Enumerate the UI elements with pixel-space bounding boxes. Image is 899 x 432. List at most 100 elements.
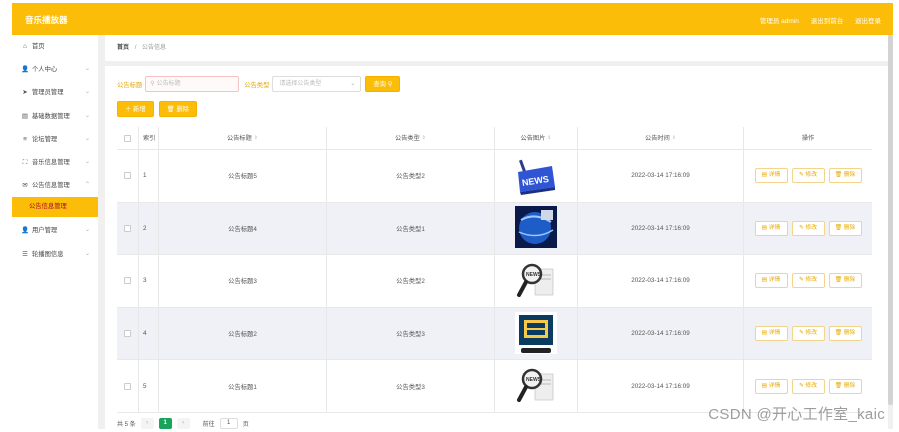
sidebar-item[interactable]: ⌂ 首页: [12, 35, 98, 58]
sidebar-nav: ⌂ 首页 👤 个人中心 ⌄ ➤ 管理员管理 ⌄ ▤ 基础数据管理 ⌄ ≡ 论坛管理 ⌄ ⛶ 音乐信息管理 ⌄ ✉ 公…: [12, 35, 98, 266]
sidebar-item[interactable]: ✉ 公告信息管理 ⌃: [12, 174, 98, 197]
delete-button-label: 删除: [843, 382, 856, 389]
header-image[interactable]: 公告图片 ⇕: [495, 127, 578, 149]
search-button-label: 查询: [373, 81, 386, 88]
row-index: 2: [143, 224, 147, 232]
sidebar-item-label: 公告信息管理: [32, 182, 70, 190]
breadcrumb-current: 公告信息: [142, 45, 167, 51]
edit-button[interactable]: ✎ 修改: [791, 326, 825, 342]
title-search-input[interactable]: ⚲ 公告标题: [145, 76, 240, 92]
header-title[interactable]: 公告标题 ⇕: [159, 127, 327, 149]
edit-button-label: 修改: [805, 277, 818, 284]
row-actions: ▤ 详情 ✎ 修改 🗑 删除: [754, 378, 862, 394]
trash-icon: 🗑: [834, 330, 844, 337]
row-title-cell: 公告标题2: [159, 307, 327, 360]
header-index: 索引: [139, 127, 159, 149]
header-type[interactable]: 公告类型 ⇕: [327, 127, 495, 149]
goto-page-input[interactable]: 1: [219, 418, 238, 429]
pagination: 共 5 条 ‹ 1 › 前往 1 页: [117, 418, 249, 429]
globe-blue-image: [515, 206, 557, 250]
sidebar-item[interactable]: ▤ 基础数据管理 ⌄: [12, 105, 98, 128]
type-select[interactable]: 请选择公告类型 ⌄: [272, 76, 362, 92]
edit-button[interactable]: ✎ 修改: [791, 378, 825, 394]
batch-delete-button[interactable]: 🗑 删除: [158, 101, 197, 117]
page-1-button[interactable]: 1: [158, 418, 172, 429]
delete-button-label: 删除: [843, 172, 856, 179]
csdn-watermark: CSDN @开心工作室_kaic: [708, 406, 885, 423]
page-scrollbar[interactable]: [888, 35, 893, 405]
sort-icon: ⇕: [421, 134, 426, 141]
delete-button[interactable]: 🗑 删除: [828, 168, 862, 184]
sidebar-item[interactable]: 👤 用户管理 ⌄: [12, 219, 98, 242]
send-icon: ➤: [22, 89, 28, 97]
sidebar-subitem-active[interactable]: 公告信息管理: [12, 197, 98, 218]
row-title: 公告标题4: [228, 225, 257, 233]
trash-icon: 🗑: [834, 224, 844, 231]
edit-button-label: 修改: [805, 382, 818, 389]
header-time[interactable]: 公告时间 ⇕: [578, 127, 744, 149]
delete-button-label: 删除: [843, 330, 856, 337]
chevron-down-icon: ⌄: [84, 66, 90, 73]
user-icon: 👤: [21, 227, 30, 235]
mail-icon: ✉: [22, 182, 28, 190]
row-checkbox-cell: [117, 255, 139, 307]
news-badge-image: [515, 311, 557, 356]
row-type: 公告类型3: [396, 383, 425, 391]
row-title: 公告标题3: [228, 278, 257, 286]
header-checkbox-cell: [117, 127, 139, 149]
sidebar-item-label: 管理员管理: [32, 89, 64, 97]
header-title-label: 公告标题: [227, 134, 252, 142]
logout-link[interactable]: 退出登录: [855, 18, 881, 25]
row-checkbox[interactable]: [124, 172, 131, 180]
file-icon: ▤: [761, 224, 769, 231]
row-checkbox[interactable]: [124, 224, 131, 232]
plus-icon: ＋: [125, 106, 132, 113]
next-page-button[interactable]: ›: [176, 418, 190, 429]
row-checkbox[interactable]: [124, 277, 131, 285]
total-count: 共 5 条: [117, 422, 136, 428]
row-ops-cell: ▤ 详情 ✎ 修改 🗑 删除: [744, 150, 872, 202]
detail-button[interactable]: ▤ 详情: [754, 378, 788, 394]
row-title: 公告标题1: [228, 383, 257, 391]
sidebar-item-label: 基础数据管理: [32, 112, 70, 120]
detail-button[interactable]: ▤ 详情: [754, 168, 788, 184]
add-button[interactable]: ＋ 新增: [117, 101, 154, 117]
breadcrumb-home[interactable]: 首页: [117, 45, 129, 51]
delete-button[interactable]: 🗑 删除: [828, 326, 862, 342]
row-image-cell: [495, 202, 578, 255]
row-time: 2022-03-14 17:16:09: [631, 330, 690, 338]
prev-page-button[interactable]: ‹: [140, 418, 154, 429]
row-index-cell: 2: [139, 202, 159, 255]
delete-button[interactable]: 🗑 删除: [828, 378, 862, 394]
row-time: 2022-03-14 17:16:09: [631, 172, 690, 180]
sidebar-item[interactable]: ➤ 管理员管理 ⌄: [12, 81, 98, 104]
search-button[interactable]: 查询 ⚲: [365, 76, 401, 92]
magnifier-news-image: NEWS: [515, 258, 557, 303]
action-bar: ＋ 新增 🗑 删除: [117, 101, 197, 117]
select-all-checkbox[interactable]: [124, 134, 131, 142]
edit-button[interactable]: ✎ 修改: [791, 168, 825, 184]
sidebar-item[interactable]: ≡ 论坛管理 ⌄: [12, 128, 98, 151]
edit-button[interactable]: ✎ 修改: [791, 220, 825, 236]
row-checkbox[interactable]: [124, 330, 131, 338]
row-title-cell: 公告标题5: [159, 150, 327, 202]
sidebar-item[interactable]: ⛶ 音乐信息管理 ⌄: [12, 151, 98, 174]
delete-button[interactable]: 🗑 删除: [828, 273, 862, 289]
sidebar-item-label: 用户管理: [32, 227, 58, 235]
detail-button[interactable]: ▤ 详情: [754, 326, 788, 342]
row-checkbox[interactable]: [124, 382, 131, 390]
detail-button[interactable]: ▤ 详情: [754, 220, 788, 236]
document-icon: ▤: [21, 112, 29, 120]
expand-icon: ⛶: [22, 158, 28, 166]
table-row: 4 公告标题2 公告类型3 2022-03-14 17:16:09 ▤ 详情 ✎ 修改 🗑 …: [117, 307, 872, 361]
back-to-front-link[interactable]: 退出到前台: [811, 18, 844, 25]
edit-button[interactable]: ✎ 修改: [791, 273, 825, 289]
batch-delete-label: 删除: [176, 106, 189, 113]
search-form: 公告标题 ⚲ 公告标题 公告类型 请选择公告类型 ⌄ 查询 ⚲: [117, 76, 401, 92]
header-ops-label: 操作: [801, 134, 815, 142]
file-icon: ▤: [761, 172, 769, 179]
detail-button[interactable]: ▤ 详情: [754, 273, 788, 289]
sidebar-item[interactable]: ☰ 轮播图信息 ⌄: [12, 243, 98, 266]
sidebar-item[interactable]: 👤 个人中心 ⌄: [12, 58, 98, 81]
delete-button[interactable]: 🗑 删除: [828, 220, 862, 236]
